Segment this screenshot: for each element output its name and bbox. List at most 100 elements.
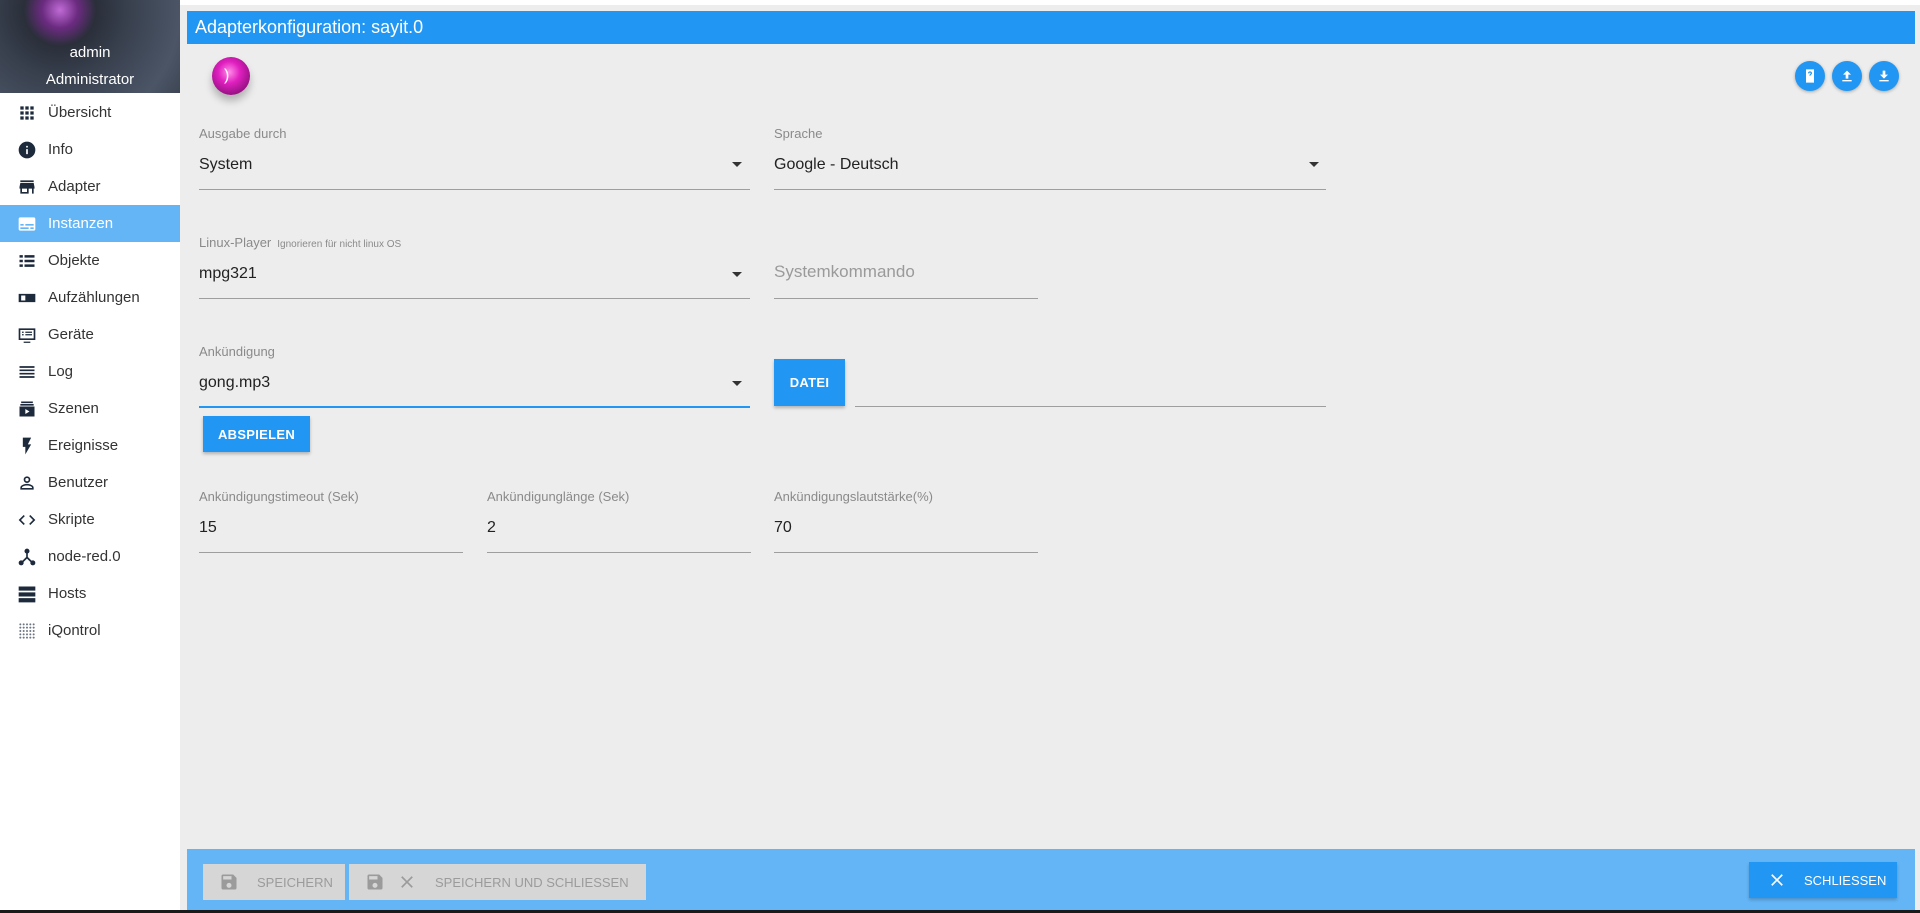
ankuendigung-label: Ankündigung <box>199 344 275 359</box>
linux-player-select[interactable]: Linux-Player Ignorieren für nicht linux O… <box>199 235 750 299</box>
help-button[interactable] <box>1795 61 1825 91</box>
grid-icon <box>17 103 37 123</box>
linux-player-value: mpg321 <box>199 265 257 282</box>
sidebar-item-geraete[interactable]: Geräte <box>0 316 180 353</box>
sidebar-item-label: iQontrol <box>48 622 101 639</box>
scenes-icon <box>17 399 37 419</box>
ausgabe-select[interactable]: Ausgabe durch System <box>199 126 750 190</box>
user-profile[interactable]: admin Administrator <box>0 0 180 93</box>
sidebar-item-aufzaehlungen[interactable]: Aufzählungen <box>0 279 180 316</box>
flash-icon <box>17 436 37 456</box>
user-role: Administrator <box>45 71 135 88</box>
timeout-input[interactable]: Ankündigungstimeout (Sek) 15 <box>199 489 463 553</box>
ankuendigung-select[interactable]: Ankündigung gong.mp3 <box>199 344 750 408</box>
close-icon <box>401 876 413 888</box>
sidebar: admin Administrator Übersicht Info Adapt… <box>0 0 180 913</box>
save-icon <box>367 874 383 890</box>
ausgabe-value: System <box>199 156 253 173</box>
sidebar-item-label: Objekte <box>48 252 100 269</box>
save-button[interactable]: SPEICHERN <box>203 864 345 900</box>
subtitles-icon <box>17 214 37 234</box>
chevron-down-icon <box>1309 162 1319 167</box>
chevron-down-icon <box>732 272 742 277</box>
datei-path-input[interactable] <box>855 359 1326 407</box>
lautstaerke-value: 70 <box>774 519 792 536</box>
ausgabe-label: Ausgabe durch <box>199 126 287 141</box>
sidebar-item-label: Info <box>48 141 74 158</box>
sidebar-item-label: Übersicht <box>48 104 112 121</box>
sidebar-item-benutzer[interactable]: Benutzer <box>0 464 180 501</box>
sidebar-item-uebersicht[interactable]: Übersicht <box>0 94 180 131</box>
sidebar-item-ereignisse[interactable]: Ereignisse <box>0 427 180 464</box>
list-icon <box>17 251 37 271</box>
info-icon <box>17 140 37 160</box>
upload-button[interactable] <box>1832 61 1862 91</box>
sidebar-item-label: Instanzen <box>48 215 114 232</box>
laenge-value: 2 <box>487 519 496 536</box>
chevron-down-icon <box>732 162 742 167</box>
nav-menu: Übersicht Info Adapter Instanzen Objekte… <box>0 94 180 649</box>
person-icon <box>17 473 37 493</box>
enum-icon <box>17 288 37 308</box>
close-button[interactable]: SCHLIESSEN <box>1749 862 1897 898</box>
sidebar-item-label: Szenen <box>48 400 99 417</box>
abspielen-button[interactable]: ABSPIELEN <box>203 416 310 452</box>
sidebar-item-label: Benutzer <box>48 474 109 491</box>
dialog-footer: SPEICHERN SPEICHERN UND SCHLIESSEN SCHLI… <box>187 849 1915 913</box>
datei-button[interactable]: DATEI <box>774 359 845 406</box>
dots-icon <box>17 621 37 641</box>
download-icon <box>1879 70 1889 82</box>
code-icon <box>17 510 37 530</box>
sprache-value: Google - Deutsch <box>774 156 899 173</box>
laenge-label: Ankündigunglänge (Sek) <box>487 489 630 504</box>
ankuendigung-value: gong.mp3 <box>199 374 271 391</box>
save-label: SPEICHERN <box>257 874 333 890</box>
sidebar-item-label: Skripte <box>48 511 95 528</box>
sidebar-item-node-red[interactable]: node-red.0 <box>0 538 180 575</box>
timeout-label: Ankündigungstimeout (Sek) <box>199 489 359 504</box>
sidebar-item-label: Geräte <box>48 326 94 343</box>
top-border <box>180 0 1920 5</box>
user-name: admin <box>69 44 111 61</box>
sidebar-item-label: Log <box>48 363 74 380</box>
save-and-close-label: SPEICHERN UND SCHLIESSEN <box>435 874 629 890</box>
store-icon <box>17 177 37 197</box>
lautstaerke-label: Ankündigungslautstärke(%) <box>774 489 933 504</box>
sidebar-item-label: node-red.0 <box>48 548 121 565</box>
systemkommando-placeholder: Systemkommando <box>774 262 915 281</box>
hosts-icon <box>17 584 37 604</box>
sidebar-item-log[interactable]: Log <box>0 353 180 390</box>
sprache-select[interactable]: Sprache Google - Deutsch <box>774 126 1326 190</box>
close-icon <box>1771 874 1783 886</box>
sidebar-item-objekte[interactable]: Objekte <box>0 242 180 279</box>
sidebar-item-skripte[interactable]: Skripte <box>0 501 180 538</box>
download-button[interactable] <box>1869 61 1899 91</box>
timeout-value: 15 <box>199 519 217 536</box>
sidebar-item-hosts[interactable]: Hosts <box>0 575 180 612</box>
chevron-down-icon <box>732 381 742 386</box>
log-icon <box>17 362 37 382</box>
sidebar-item-label: Adapter <box>48 178 101 195</box>
devices-icon <box>17 325 37 345</box>
sidebar-item-adapter[interactable]: Adapter <box>0 168 180 205</box>
linux-player-label: Linux-Player Ignorieren für nicht linux O… <box>199 235 401 250</box>
sidebar-item-label: Ereignisse <box>48 437 119 454</box>
lautstaerke-input[interactable]: Ankündigungslautstärke(%) 70 <box>774 489 1038 553</box>
sidebar-item-szenen[interactable]: Szenen <box>0 390 180 427</box>
sidebar-item-iqontrol[interactable]: iQontrol <box>0 612 180 649</box>
sidebar-item-instanzen[interactable]: Instanzen <box>0 205 180 242</box>
sprache-label: Sprache <box>774 126 823 141</box>
save-icon <box>221 874 237 890</box>
help-book-icon <box>1806 69 1814 83</box>
dialog-title: Adapterkonfiguration: sayit.0 <box>187 11 1915 44</box>
laenge-input[interactable]: Ankündigunglänge (Sek) 2 <box>487 489 751 553</box>
node-icon <box>17 547 37 567</box>
close-label: SCHLIESSEN <box>1804 872 1887 888</box>
sidebar-item-info[interactable]: Info <box>0 131 180 168</box>
sidebar-item-label: Aufzählungen <box>48 289 140 306</box>
upload-icon <box>1842 70 1852 82</box>
save-and-close-button[interactable]: SPEICHERN UND SCHLIESSEN <box>349 864 646 900</box>
linux-player-hint: Ignorieren für nicht linux OS <box>277 239 402 250</box>
systemkommando-input[interactable]: Systemkommando <box>774 260 1038 299</box>
sidebar-item-label: Hosts <box>48 585 87 602</box>
